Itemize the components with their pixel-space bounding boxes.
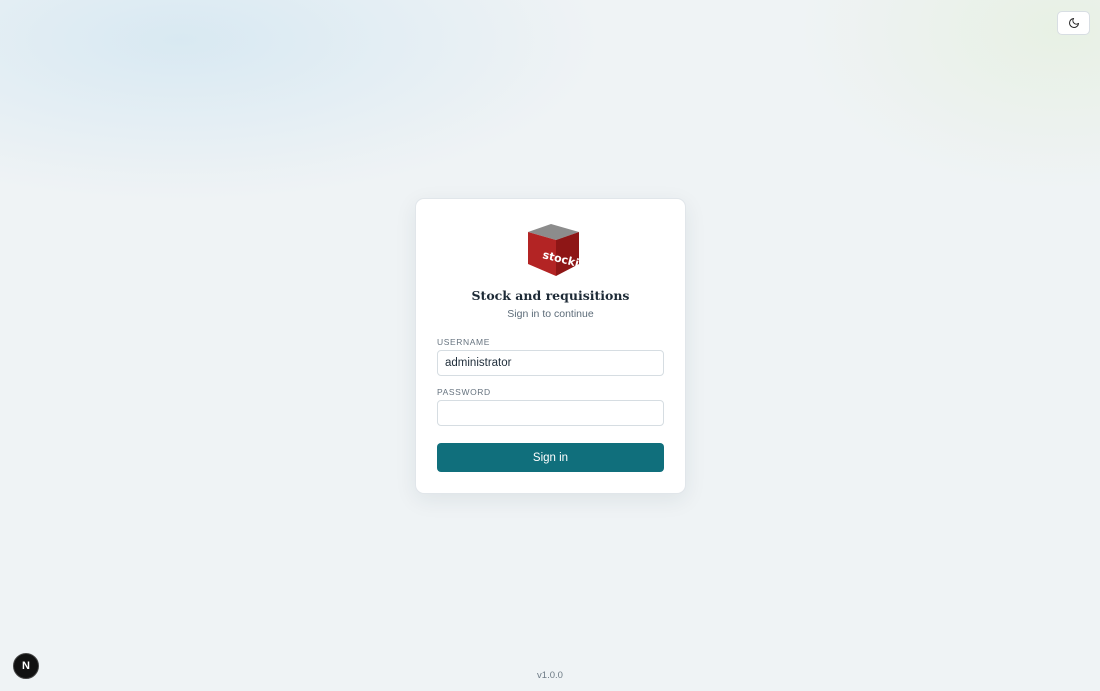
moon-icon (1068, 18, 1079, 28)
stockie-logo: stockie (528, 224, 580, 276)
theme-toggle-button[interactable] (1057, 11, 1090, 35)
username-label: USERNAME (437, 337, 490, 347)
password-label: PASSWORD (437, 387, 491, 397)
dev-tools-badge[interactable]: N (13, 653, 39, 679)
login-title: Stock and requisitions (471, 288, 630, 303)
password-field[interactable] (437, 400, 664, 426)
sign-in-button[interactable]: Sign in (437, 443, 664, 472)
username-field[interactable] (437, 350, 664, 376)
version-label: v1.0.0 (537, 670, 563, 681)
login-subtitle: Sign in to continue (507, 308, 594, 320)
login-card: stockie Stock and requisitions Sign in t… (415, 198, 686, 494)
